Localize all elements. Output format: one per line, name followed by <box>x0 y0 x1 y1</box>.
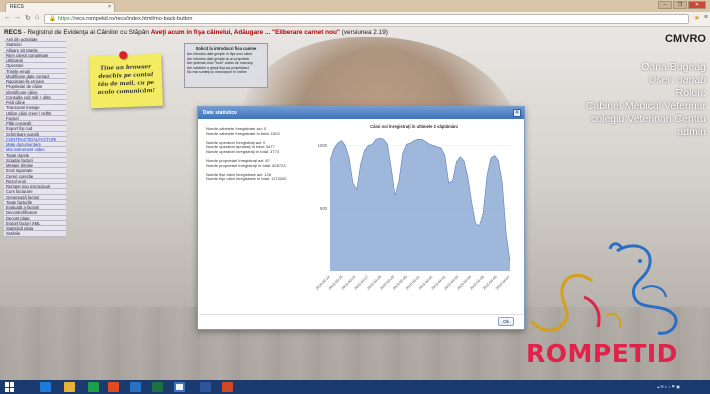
stat-line: Număr proprietari înregistraţi în total:… <box>206 162 286 168</box>
forward-arrow-icon[interactable]: → <box>14 14 21 21</box>
ie-icon[interactable] <box>40 382 51 392</box>
minimize-button[interactable]: – <box>658 1 672 9</box>
lock-icon: 🔒 <box>49 16 56 22</box>
user-panel: CMVRO Oana Bugeag User: oanab Roluri: Ca… <box>586 33 706 139</box>
stats-group-dogs: Număr fişe câini înregistrate azi: 126 N… <box>206 172 306 183</box>
stat-line: Număr cabinete înregistrate în total: 19… <box>206 130 280 136</box>
browser-toolbar: ← → ↻ ⌂ 🔒 https://recs.rompetid.ro/recs/i… <box>0 12 710 27</box>
role-item: Cabinet Medical Veterinar <box>585 100 706 112</box>
dialog-header: Date statistice × <box>198 107 524 119</box>
header-version: (versiunea 2.19) <box>339 29 388 36</box>
sticky-note: Tine un browser deschis pe contul tău de… <box>89 50 163 109</box>
roles-label: Roluri: <box>675 87 706 99</box>
rompetid-logo-text: ROMPETID <box>526 339 678 368</box>
help-link[interactable]: Nu mai sunteţi cu microcipuri în ordine <box>187 70 265 75</box>
browser-menu-icon[interactable]: ≡ <box>704 14 708 21</box>
home-icon[interactable]: ⌂ <box>35 14 39 21</box>
y-tick-label: 1000 <box>318 143 328 148</box>
header-current-action: Aveţi acum in fişa câinelui, Adăugare ..… <box>150 29 340 36</box>
tab-title: RECS <box>10 4 24 10</box>
chrome-icon[interactable] <box>174 382 185 392</box>
stat-line: Număr fişe câini înregistrate în total: … <box>206 176 287 182</box>
role-item: colegiu Veterinari Centru <box>591 113 706 125</box>
window-close-button[interactable]: ✕ <box>688 1 706 9</box>
app-area: RECS - Registrul de Evidenţa ai Câinilor… <box>0 27 710 380</box>
rompetid-logo: ROMPETID <box>522 241 706 380</box>
role-item: admin <box>677 126 706 138</box>
file-explorer-icon[interactable] <box>64 382 75 392</box>
sidebar-menu: Anii din activitate Statistici Afisare Sit… <box>3 36 67 238</box>
chart-title: Câini noi înregistraţi în ultimele 2 săp… <box>370 124 458 129</box>
firefox-icon[interactable] <box>108 382 119 392</box>
app-brand: RECS <box>4 29 22 36</box>
username: oanab <box>676 74 706 86</box>
header-subtitle: - Registrul de Evidenţa ai Câinilor cu S… <box>21 29 151 36</box>
url-scheme: https:// <box>57 16 75 22</box>
y-tick-label: 500 <box>320 206 328 211</box>
help-box: Solicit la introducri fisa canine Am int… <box>184 43 268 88</box>
ok-button[interactable]: Ok <box>498 317 514 326</box>
user-label: User: <box>648 74 677 86</box>
pushpin-icon <box>118 50 128 60</box>
app-header: RECS - Registrul de Evidenţa ai Câinilor… <box>4 29 388 36</box>
url-text: recs.rompetid.ro/recs/index.html#no-back… <box>74 16 193 22</box>
chart-svg: 50010002015-03-242015-03-252015-03-26201… <box>315 137 511 291</box>
stats-group-operators: Număr operatori înregistraţi azi: 0 Numă… <box>206 140 306 155</box>
system-tray-icons[interactable]: ▴ ✉ ◐ ♪ ⚑ ▣ <box>657 384 680 389</box>
series-area <box>330 138 510 271</box>
reload-icon[interactable]: ↻ <box>25 14 31 22</box>
stats-group-cabinets: Număr cabinete înregistrate azi: 0 Număr… <box>206 126 306 137</box>
sticky-line: acolo comunicăm! <box>97 87 156 96</box>
windows-start-icon[interactable] <box>5 382 15 392</box>
dialog-close-button[interactable]: × <box>513 109 521 117</box>
pet-outline-logo-icon <box>530 242 678 335</box>
browser-titlebar: RECS × – ❐ ✕ <box>0 0 710 12</box>
org-code: CMVRO <box>665 33 706 45</box>
maximize-button[interactable]: ❐ <box>673 1 687 9</box>
dialog-title: Date statistice <box>203 110 237 116</box>
statistics-dialog: Date statistice × Număr cabinete înregis… <box>197 106 525 330</box>
tab-close-icon[interactable]: × <box>108 4 111 10</box>
user-full-name: Oana Bugeag <box>641 61 706 73</box>
bookmark-star-icon[interactable]: ★ <box>694 14 700 22</box>
help-box-title: Solicit la introducri fisa canine <box>195 46 257 51</box>
stat-line: Număr operatori înregistraţi în total: 3… <box>206 149 279 155</box>
user-login: User: oanab <box>586 74 706 87</box>
address-bar[interactable]: 🔒 https://recs.rompetid.ro/recs/index.htm… <box>44 14 689 24</box>
stats-list: Număr cabinete înregistrate azi: 0 Număr… <box>206 126 306 186</box>
window-controls: – ❐ ✕ <box>658 1 706 9</box>
store-icon[interactable] <box>88 382 99 392</box>
outlook-icon[interactable] <box>130 382 141 392</box>
browser-tab[interactable]: RECS × <box>5 2 115 12</box>
windows-taskbar: ▴ ✉ ◐ ♪ ⚑ ▣ <box>0 380 710 394</box>
powerpoint-icon[interactable] <box>222 382 233 392</box>
excel-icon[interactable] <box>152 382 163 392</box>
back-arrow-icon[interactable]: ← <box>4 14 11 21</box>
stats-group-owners: Număr proprietari înregistraţi azi: 87 N… <box>206 158 306 169</box>
registrations-chart: Câini noi înregistraţi în ultimele 2 săp… <box>310 121 518 311</box>
dialog-footer-divider <box>199 314 523 315</box>
sidebar-item[interactable]: Setările <box>4 231 66 237</box>
word-icon[interactable] <box>200 382 211 392</box>
